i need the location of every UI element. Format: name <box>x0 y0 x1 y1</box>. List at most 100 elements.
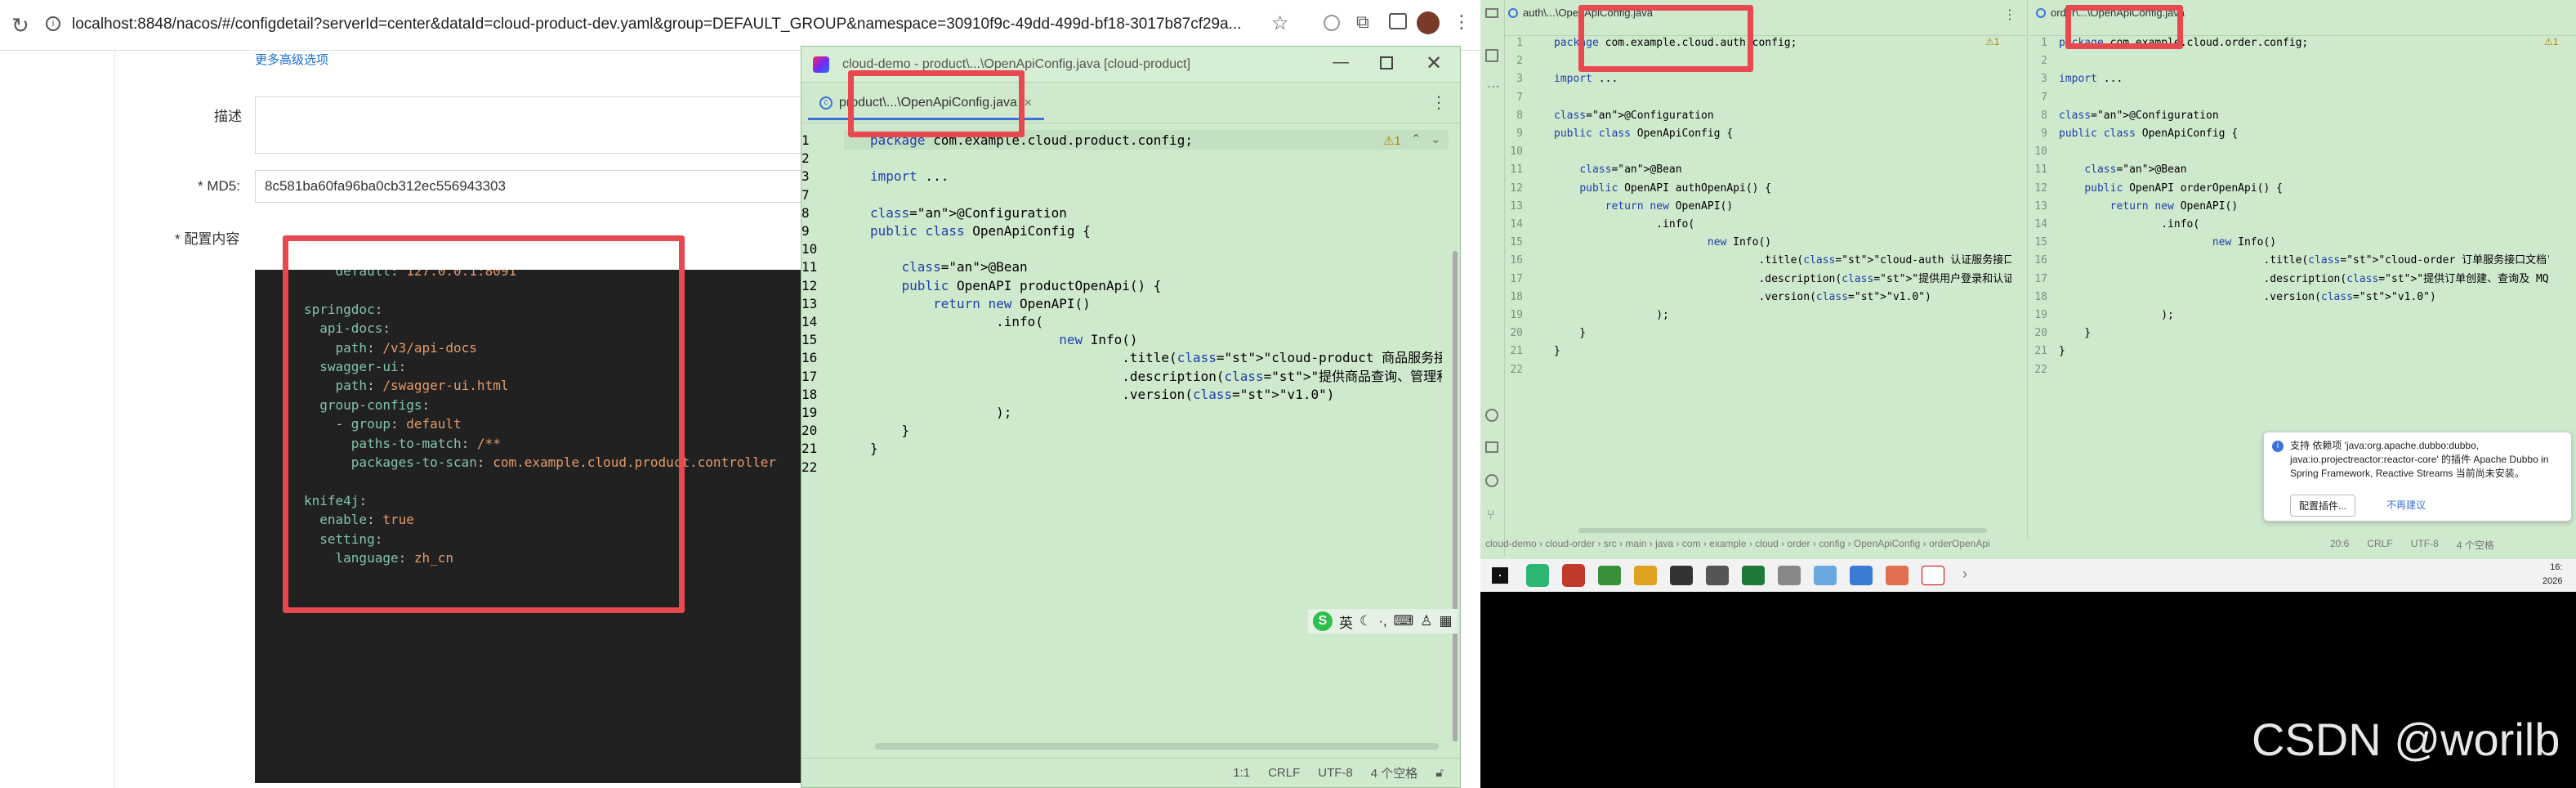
code-line: public OpenAPI orderOpenApi() { <box>2084 181 2283 195</box>
line-number: 9 <box>2041 128 2047 141</box>
tab-more-icon[interactable]: ⋮ <box>2003 7 2016 23</box>
breadcrumb-item[interactable]: src <box>1604 538 1617 549</box>
taskbar-app-3[interactable] <box>1598 566 1621 585</box>
site-info-icon[interactable]: i <box>46 16 60 31</box>
taskbar-app-7[interactable] <box>1742 566 1765 585</box>
breadcrumb-item[interactable]: cloud <box>1755 538 1779 549</box>
breadcrumb-item[interactable]: main <box>1625 538 1646 549</box>
code-line: .title(class="st">"cloud-order 订单服务接口文档"… <box>2059 254 2549 267</box>
h-scrollbar-auth[interactable] <box>1578 528 1987 533</box>
indent-right[interactable]: 4 个空格 <box>2457 538 2494 552</box>
extensions-puzzle-icon[interactable]: ⧉ <box>1356 11 1369 33</box>
breadcrumb-separator: › <box>1616 538 1626 549</box>
structure-icon[interactable] <box>1485 49 1498 62</box>
more-tools-icon[interactable]: ⋯ <box>1487 78 1500 95</box>
caret-position-right[interactable]: 20:6 <box>2330 538 2349 552</box>
code-line: } <box>2059 327 2092 340</box>
more-options-link[interactable]: 更多高级选项 <box>255 51 328 68</box>
url-field[interactable]: localhost:8848/nacos/#/configdetail?serv… <box>72 16 1248 34</box>
sidebar-icon[interactable] <box>1389 13 1407 29</box>
code-line: .title(class="st">"cloud-product 商品服务接口文… <box>870 350 1442 366</box>
encoding-right[interactable]: UTF-8 <box>2411 538 2439 552</box>
breadcrumb-item[interactable]: OpenApiConfig <box>1854 538 1920 549</box>
indent[interactable]: 4 个空格 <box>1371 764 1418 781</box>
ime-toolbar[interactable]: S 英 ☾ ·, ⌨ ♙ ▦ <box>1308 609 1458 634</box>
breadcrumb-item[interactable]: example <box>1709 538 1746 549</box>
taskbar-app-8[interactable] <box>1778 566 1801 585</box>
code-line: } <box>870 423 910 439</box>
line-number: 1 <box>2041 37 2047 49</box>
line-number: 22 <box>801 459 818 475</box>
avatar[interactable] <box>1417 11 1440 34</box>
highlight-yaml-box <box>283 235 685 613</box>
taskbar-app-12[interactable] <box>1922 566 1944 585</box>
taskbar-app-5[interactable] <box>1670 566 1693 585</box>
code-line: class="an">@Configuration <box>1554 109 1714 122</box>
scrollbar[interactable] <box>1453 251 1458 741</box>
browser-menu-icon[interactable]: ⋮ <box>1453 11 1471 33</box>
breadcrumb-item[interactable]: cloud-order <box>1545 538 1595 549</box>
breadcrumb-item[interactable]: order <box>1788 538 1810 549</box>
taskbar-app-9[interactable] <box>1814 566 1837 585</box>
extension-icon[interactable] <box>1324 15 1340 31</box>
services-icon[interactable] <box>1485 409 1498 422</box>
breadcrumb-item[interactable]: cloud-demo <box>1485 538 1537 549</box>
h-scrollbar[interactable] <box>875 743 1439 750</box>
page-left-divider <box>114 51 115 788</box>
breadcrumb-separator: › <box>1810 538 1819 549</box>
breadcrumb-separator: › <box>1746 538 1756 549</box>
ignore-link[interactable]: 不再建议 <box>2386 498 2426 512</box>
line-number: 2 <box>1516 55 1523 68</box>
line-number: 14 <box>2034 218 2047 231</box>
line-number: 21 <box>2034 345 2047 358</box>
code-line: public OpenAPI authOpenApi() { <box>1579 181 1772 195</box>
terminal-icon[interactable] <box>1485 441 1498 453</box>
caret-position[interactable]: 1:1 <box>1233 766 1250 780</box>
maximize-icon[interactable] <box>1380 56 1393 69</box>
line-number: 13 <box>2034 199 2047 213</box>
breadcrumb-separator: › <box>1595 538 1604 549</box>
warning-indicator[interactable]: ⚠1 <box>1383 133 1401 148</box>
bookmark-star-icon[interactable]: ☆ <box>1271 11 1289 35</box>
clock[interactable]: 16: 2026 <box>2543 561 2562 589</box>
line-ending-right[interactable]: CRLF <box>2367 538 2392 552</box>
close-icon[interactable]: ✕ <box>1426 51 1442 75</box>
taskbar-app-11[interactable] <box>1886 566 1909 585</box>
line-number: 16 <box>801 350 818 366</box>
chevron-up-icon[interactable]: ⌃ <box>1411 132 1422 146</box>
warning-indicator-order[interactable]: ⚠1 <box>2544 36 2558 47</box>
tab-more-icon[interactable]: ⋮ <box>1431 92 1447 113</box>
editor-auth: auth\...\OpenApiConfig.java ⋮ 1 2 3 7 8 9 10 11… <box>1505 0 2028 540</box>
breadcrumb-item[interactable]: java <box>1655 538 1673 549</box>
taskbar-app-6[interactable] <box>1706 566 1729 585</box>
taskbar-app-1[interactable] <box>1526 564 1549 587</box>
taskbar-app-2[interactable] <box>1562 564 1585 587</box>
breadcrumb-item[interactable]: com <box>1682 538 1701 549</box>
desc-textarea[interactable] <box>255 96 810 154</box>
breadcrumb-item[interactable]: orderOpenApi <box>1929 538 1990 549</box>
minimize-icon[interactable]: — <box>1333 53 1349 72</box>
windows-start-icon[interactable] <box>1492 567 1508 584</box>
code-line: return new OpenAPI() <box>933 295 1091 311</box>
warning-indicator-auth[interactable]: ⚠1 <box>1985 36 1999 47</box>
breadcrumb-separator: › <box>1920 538 1929 549</box>
code-line: class="an">@Bean <box>901 259 1028 275</box>
git-icon[interactable]: ⑂ <box>1487 508 1495 523</box>
taskbar-overflow-icon[interactable]: › <box>1962 566 1967 583</box>
encoding[interactable]: UTF-8 <box>1318 766 1353 780</box>
taskbar-app-4[interactable] <box>1634 566 1657 585</box>
configure-plugins-button[interactable]: 配置插件... <box>2290 495 2356 517</box>
breadcrumb-item[interactable]: config <box>1819 538 1845 549</box>
code-order: package com.example.cloud.order.config; … <box>2059 34 2549 379</box>
line-number: 8 <box>1516 109 1523 122</box>
tab-close-icon[interactable]: ✕ <box>1024 96 1033 110</box>
back-icon[interactable]: ↻ <box>11 13 29 38</box>
folder-icon[interactable] <box>1485 8 1498 18</box>
lock-icon[interactable]: 🔓︎ <box>1435 766 1444 780</box>
line-ending[interactable]: CRLF <box>1268 766 1300 780</box>
line-number: 12 <box>2034 181 2047 195</box>
chevron-down-icon[interactable]: ⌄ <box>1431 132 1441 146</box>
taskbar-app-10[interactable] <box>1850 566 1873 585</box>
problems-icon[interactable] <box>1485 474 1498 487</box>
